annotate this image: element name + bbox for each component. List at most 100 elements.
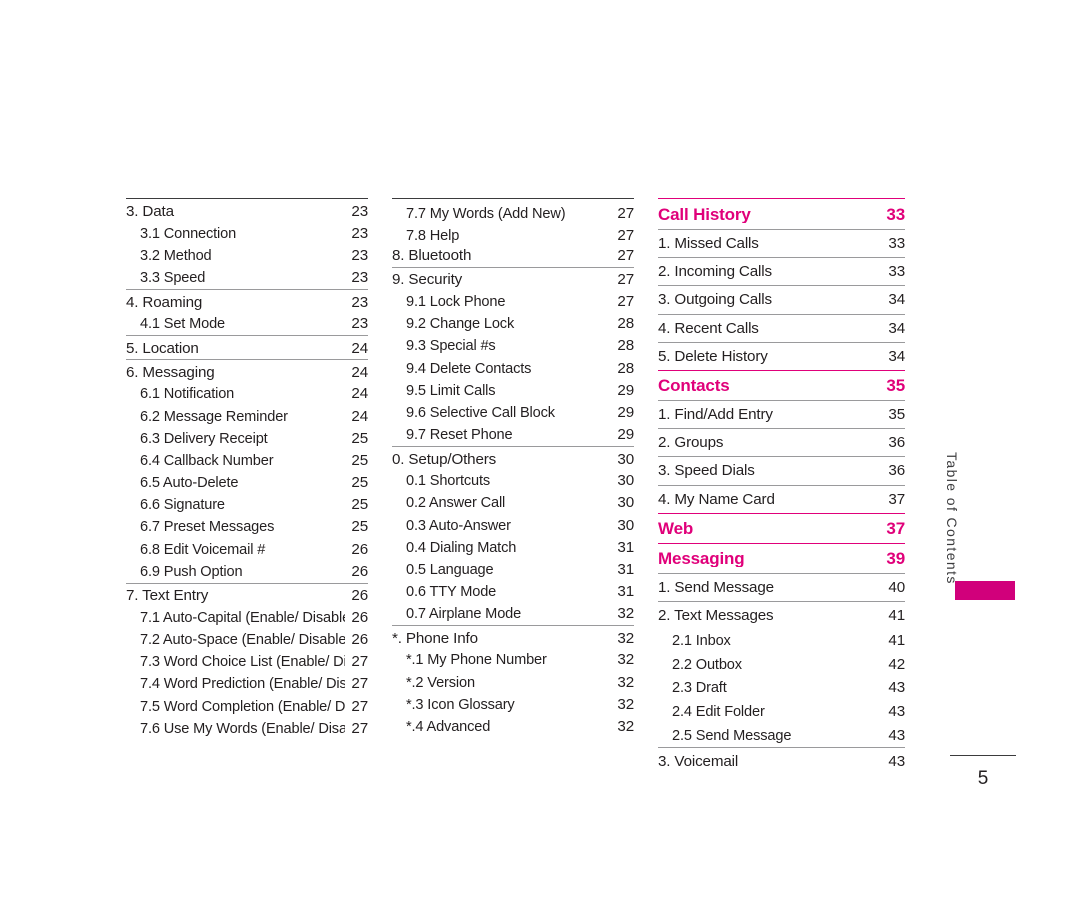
toc-entry[interactable]: 7.4 Word Prediction (Enable/ Disable) 27 [126,673,368,695]
toc-entry-page: 26 [351,587,368,605]
toc-entry[interactable]: 2.3 Draft 43 [658,676,905,700]
toc-entry-page: 35 [886,376,905,396]
toc-entry[interactable]: 9.4 Delete Contacts 28 [392,357,634,379]
toc-entry[interactable]: 1. Send Message 40 [658,572,905,601]
toc-entry[interactable]: 9.7 Reset Phone 29 [392,424,634,446]
toc-entry[interactable]: 2. Text Messages 41 [658,601,905,629]
toc-entry-page: 30 [617,472,634,490]
toc-section-heading[interactable]: Web 37 [658,512,905,543]
toc-entry[interactable]: 6. Messaging 24 [126,359,368,383]
toc-entry[interactable]: 3.3 Speed 23 [126,267,368,289]
toc-entry-page: 23 [351,246,368,264]
toc-entry[interactable]: 0.1 Shortcuts 30 [392,470,634,492]
toc-entry-label: 6. Messaging [126,364,215,380]
toc-entry[interactable]: 7. Text Entry 26 [126,582,368,607]
toc-entry-page: 43 [888,679,905,697]
toc-entry-label: 2.5 Send Message [672,728,792,744]
toc-entry-label: 6.3 Delivery Receipt [140,431,268,447]
toc-entry-label: 6.1 Notification [140,387,235,403]
toc-entry[interactable]: 7.8 Help 27 [392,225,634,247]
toc-entry-label: Call History [658,206,751,223]
toc-entry[interactable]: 5. Location 24 [126,335,368,359]
toc-entry-label: 6.2 Message Reminder [140,409,288,425]
toc-entry-label: 9.7 Reset Phone [406,428,513,443]
toc-entry[interactable]: 8. Bluetooth 27 [392,247,634,267]
toc-entry-page: 27 [351,719,368,737]
toc-entry[interactable]: 2. Incoming Calls 33 [658,257,905,285]
page-number: 5 [977,768,989,789]
toc-entry-page: 27 [617,227,634,245]
toc-entry-label: 9.4 Delete Contacts [406,361,532,377]
toc-entry[interactable]: 0. Setup/Others 30 [392,446,634,470]
toc-entry-label: 8. Bluetooth [392,248,472,264]
toc-entry[interactable]: 0.7 Airplane Mode 32 [392,603,634,625]
toc-entry[interactable]: 9.2 Change Lock 28 [392,313,634,335]
toc-entry[interactable]: 6.5 Auto-Delete 25 [126,472,368,494]
toc-entry[interactable]: 6.1 Notification 24 [126,383,368,405]
toc-entry[interactable]: 3. Speed Dials 36 [658,456,905,484]
toc-section-heading[interactable]: Call History 33 [658,203,905,229]
toc-entry[interactable]: 6.2 Message Reminder 24 [126,405,368,427]
toc-entry[interactable]: 7.3 Word Choice List (Enable/ Disable) 27 [126,651,368,673]
toc-entry[interactable]: 4. Recent Calls 34 [658,313,905,342]
toc-entry[interactable]: 5. Delete History 34 [658,341,905,370]
toc-entry[interactable]: 2.2 Outbox 42 [658,653,905,677]
toc-entry[interactable]: 4. My Name Card 37 [658,484,905,513]
toc-entry[interactable]: *.3 Icon Glossary 32 [392,694,634,716]
toc-entry[interactable]: 9.1 Lock Phone 27 [392,291,634,313]
toc-entry[interactable]: 6.4 Callback Number 25 [126,450,368,472]
toc-entry[interactable]: 3. Voicemail 43 [658,747,905,775]
toc-entry-page: 37 [886,518,905,538]
toc-entry[interactable]: 0.5 Language 31 [392,559,634,581]
toc-entry[interactable]: 2.1 Inbox 41 [658,629,905,653]
toc-entry[interactable]: 6.9 Push Option 26 [126,561,368,583]
toc-entry[interactable]: 3.2 Method 23 [126,245,368,267]
toc-entry[interactable]: *.1 My Phone Number 32 [392,649,634,671]
toc-entry[interactable]: 0.2 Answer Call 30 [392,492,634,514]
toc-entry-label: 2.3 Draft [672,681,727,697]
toc-entry-page: 30 [617,494,634,512]
toc-entry[interactable]: 4.1 Set Mode 23 [126,313,368,335]
toc-entry[interactable]: 3.1 Connection 23 [126,223,368,245]
toc-column-1: 3. Data 23 3.1 Connection 23 3.2 Method 23 3.3… [126,198,368,775]
toc-entry[interactable]: 9.6 Selective Call Block 29 [392,402,634,424]
toc-entry[interactable]: 7.2 Auto-Space (Enable/ Disable) 26 [126,629,368,651]
toc-entry[interactable]: 0.3 Auto-Answer 30 [392,514,634,536]
toc-entry[interactable]: 4. Roaming 23 [126,289,368,313]
toc-entry-page: 23 [351,269,368,287]
toc-entry[interactable]: 0.6 TTY Mode 31 [392,581,634,603]
toc-entry[interactable]: 9. Security 27 [392,266,634,291]
toc-entry[interactable]: *.2 Version 32 [392,671,634,693]
toc-entry-label: 6.6 Signature [140,498,225,513]
toc-entry-label: 0.5 Language [406,562,494,578]
toc-entry[interactable]: 3. Data 23 [126,203,368,223]
toc-entry[interactable]: 3. Outgoing Calls 34 [658,285,905,313]
toc-entry[interactable]: 2. Groups 36 [658,428,905,456]
toc-entry-page: 43 [888,726,905,744]
toc-entry[interactable]: 0.4 Dialing Match 31 [392,537,634,559]
column-top-rule [392,198,634,199]
toc-entry[interactable]: 2.4 Edit Folder 43 [658,700,905,724]
toc-entry[interactable]: 6.3 Delivery Receipt 25 [126,428,368,450]
toc-entry-page: 34 [888,319,905,337]
toc-entry-label: *. Phone Info [392,630,478,646]
toc-entry-page: 33 [888,263,905,281]
toc-entry-page: 27 [617,271,634,289]
toc-entry[interactable]: 6.6 Signature 25 [126,494,368,516]
toc-entry[interactable]: 7.7 My Words (Add New) 27 [392,203,634,225]
toc-entry[interactable]: 7.6 Use My Words (Enable/ Disable) 27 [126,718,368,740]
toc-entry[interactable]: 9.5 Limit Calls 29 [392,380,634,402]
toc-entry[interactable]: 7.1 Auto-Capital (Enable/ Disable) 26 [126,607,368,629]
toc-entry-page: 29 [617,403,634,421]
toc-section-heading[interactable]: Contacts 35 [658,370,905,400]
toc-entry[interactable]: 1. Missed Calls 33 [658,229,905,257]
toc-entry[interactable]: *. Phone Info 32 [392,625,634,649]
toc-entry[interactable]: 7.5 Word Completion (Enable/ Disable) 27 [126,695,368,717]
toc-entry[interactable]: 6.7 Preset Messages 25 [126,516,368,538]
toc-entry[interactable]: *.4 Advanced 32 [392,716,634,738]
toc-entry[interactable]: 1. Find/Add Entry 35 [658,400,905,428]
toc-entry[interactable]: 6.8 Edit Voicemail # 26 [126,538,368,560]
toc-section-heading[interactable]: Messaging 39 [658,542,905,573]
toc-entry[interactable]: 9.3 Special #s 28 [392,335,634,357]
toc-entry[interactable]: 2.5 Send Message 43 [658,724,905,748]
